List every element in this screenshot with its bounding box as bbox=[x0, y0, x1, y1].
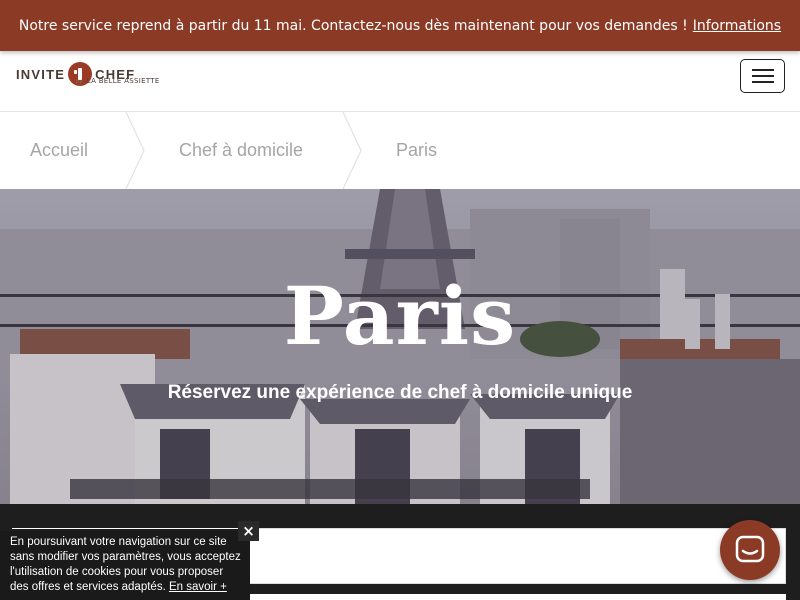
breadcrumb-separator-icon bbox=[342, 112, 362, 189]
page: Notre service reprend à partir du 11 mai… bbox=[0, 0, 800, 600]
hero-subtitle: Réservez une expérience de chef à domici… bbox=[167, 382, 633, 403]
hamburger-icon-bar bbox=[751, 69, 774, 71]
cookie-notice: En poursuivant votre navigation sur ce s… bbox=[0, 531, 250, 600]
logo-word-invite: INVITE bbox=[16, 66, 66, 82]
banner-message: Notre service reprend à partir du 11 mai… bbox=[18, 17, 688, 34]
close-icon: × bbox=[242, 522, 255, 540]
hamburger-icon-bar bbox=[751, 81, 774, 83]
site-header: INVITE CHEF by LA BELLE ASSIETTE bbox=[0, 51, 800, 112]
menu-toggle-button[interactable] bbox=[740, 59, 785, 93]
booking-input-field-2[interactable] bbox=[248, 594, 786, 600]
breadcrumb-item-chef-a-domicile[interactable]: Chef à domicile bbox=[179, 112, 303, 189]
breadcrumb-item-paris: Paris bbox=[396, 140, 438, 160]
logo-tagline-text: LA BELLE ASSIETTE bbox=[86, 77, 160, 85]
logo-by: by bbox=[76, 79, 83, 85]
cookie-divider bbox=[12, 528, 240, 529]
announcement-banner: Notre service reprend à partir du 11 mai… bbox=[0, 0, 800, 51]
hero-title: Paris bbox=[283, 269, 517, 363]
chat-launcher-button[interactable] bbox=[720, 520, 780, 580]
cookie-close-button[interactable]: × bbox=[238, 521, 259, 541]
hamburger-icon-bar bbox=[751, 75, 774, 77]
breadcrumb-separator-icon bbox=[125, 112, 145, 189]
booking-input-field[interactable] bbox=[248, 528, 786, 584]
logo-tagline: by LA BELLE ASSIETTE bbox=[76, 77, 160, 85]
breadcrumb-item-accueil[interactable]: Accueil bbox=[30, 112, 88, 189]
banner-info-link[interactable]: Informations bbox=[693, 18, 781, 34]
cookie-learn-more-link[interactable]: En savoir + bbox=[169, 581, 227, 593]
chat-icon bbox=[735, 535, 765, 563]
hero-banner: Paris Réservez une expérience de chef à … bbox=[0, 189, 800, 504]
breadcrumb: Accueil Chef à domicile Paris bbox=[0, 112, 800, 189]
